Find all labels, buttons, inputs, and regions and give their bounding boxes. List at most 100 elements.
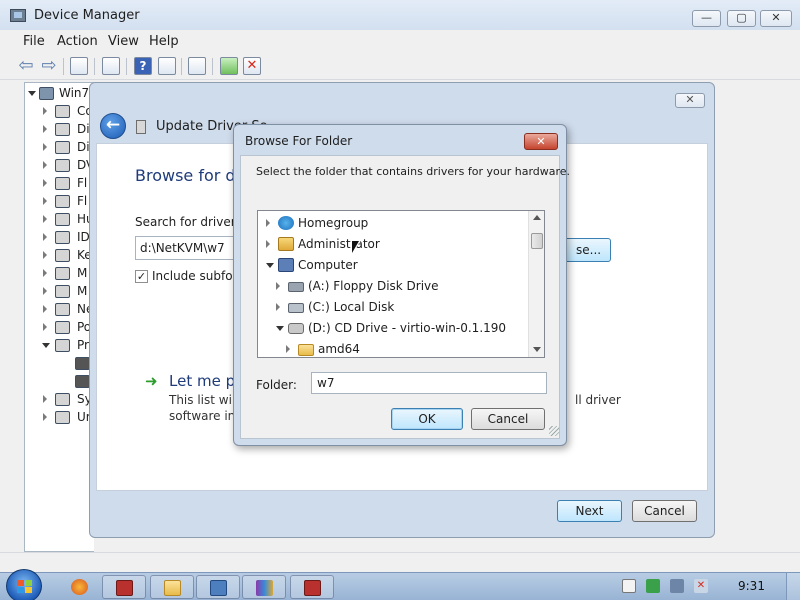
folder-tree-item[interactable]: Administrator [258,234,528,254]
tree-item[interactable]: Ke [25,247,94,265]
toolbar: ⇦ ⇨ ? ✕ [0,52,800,80]
title-bar[interactable]: Device Manager — ▢ ✕ [0,0,800,30]
device-manager-icon [304,580,321,596]
dialog-cancel-button[interactable]: Cancel [471,408,545,430]
scroll-thumb[interactable] [531,233,543,249]
clock[interactable]: 9:31 [738,579,765,593]
tree-root[interactable]: Win7- [25,85,94,103]
let-me-pick-link[interactable]: Let me pi [169,372,239,390]
expand-icon[interactable] [43,287,47,295]
expand-icon[interactable] [43,269,47,277]
wizard-cancel-button[interactable]: Cancel [632,500,697,522]
folder-tree[interactable]: Homegroup Administrator Computer (A:) Flopp… [257,210,545,358]
tree-item[interactable] [25,373,94,391]
expand-icon[interactable] [43,305,47,313]
menu-file[interactable]: File [23,34,45,49]
tree-item[interactable]: Hu [25,211,94,229]
tree-item[interactable]: Po [25,319,94,337]
collapse-icon[interactable] [28,91,36,96]
driver-path-input[interactable]: d:\NetKVM\w7 [135,236,245,260]
include-subfolders-checkbox[interactable]: ✓ [135,270,148,283]
expand-icon[interactable] [43,107,47,115]
taskbar-device-manager[interactable] [102,575,146,599]
collapse-icon[interactable] [42,343,50,348]
ok-button[interactable]: OK [391,408,463,430]
update-driver-icon[interactable] [220,57,238,75]
volume-muted-icon[interactable]: ✕ [694,579,708,593]
wizard-close-button[interactable]: ✕ [675,93,705,108]
scroll-up-icon[interactable] [533,215,541,220]
folder-tree-item[interactable]: amd64 [258,339,528,357]
collapse-icon[interactable] [266,263,274,268]
menu-help[interactable]: Help [149,34,179,49]
scroll-down-icon[interactable] [533,347,541,352]
scan-hardware-icon[interactable] [188,57,206,75]
folder-tree-item[interactable]: (A:) Floppy Disk Drive [258,276,528,296]
tree-item[interactable]: Fl [25,193,94,211]
folder-tree-item[interactable]: Computer [258,255,528,275]
close-button[interactable]: ✕ [760,10,792,27]
folder-tree-item[interactable]: Homegroup [258,213,528,233]
tree-item[interactable]: M [25,265,94,283]
taskbar-winrar[interactable] [242,575,286,599]
document-tray-icon[interactable] [622,579,636,593]
expand-icon[interactable] [43,215,47,223]
tree-item[interactable] [25,355,94,373]
expand-icon[interactable] [43,197,47,205]
tree-item[interactable]: Di [25,139,94,157]
tree-item[interactable]: DV [25,157,94,175]
tree-item[interactable]: Ne [25,301,94,319]
resize-grip[interactable] [549,426,559,436]
tree-item[interactable]: Ur [25,409,94,427]
tree-item[interactable]: Co [25,103,94,121]
expand-icon[interactable] [276,282,280,290]
expand-icon[interactable] [43,233,47,241]
tree-item[interactable]: ID [25,229,94,247]
expand-icon[interactable] [43,143,47,151]
expand-icon[interactable] [43,251,47,259]
forward-arrow-icon[interactable]: ⇨ [40,57,58,75]
taskbar-device-manager-2[interactable] [290,575,334,599]
tree-item[interactable]: Fl [25,175,94,193]
taskbar-firefox[interactable] [58,575,102,599]
tree-item[interactable]: Sy [25,391,94,409]
expand-icon[interactable] [43,125,47,133]
console-tree-icon[interactable] [70,57,88,75]
start-button[interactable] [6,569,42,600]
minimize-button[interactable]: — [692,10,721,27]
properties-icon[interactable] [102,57,120,75]
folder-tree-item[interactable]: (C:) Local Disk [258,297,528,317]
collapse-icon[interactable] [276,326,284,331]
back-arrow-icon[interactable]: ⇦ [17,57,35,75]
uninstall-icon[interactable]: ✕ [243,57,261,75]
maximize-button[interactable]: ▢ [727,10,756,27]
expand-icon[interactable] [43,179,47,187]
wizard-back-button[interactable]: ← [100,113,126,139]
expand-icon[interactable] [43,395,47,403]
folder-tree-item[interactable]: (D:) CD Drive - virtio-win-0.1.190 [258,318,528,338]
menu-action[interactable]: Action [57,34,98,49]
expand-icon[interactable] [43,323,47,331]
include-subfolders-label[interactable]: Include subfold [152,269,244,283]
folder-name-field[interactable]: w7 [311,372,547,394]
tree-item[interactable]: Pr [25,337,94,355]
folder-tree-scrollbar[interactable] [528,211,544,357]
expand-icon[interactable] [266,240,270,248]
expand-icon[interactable] [266,219,270,227]
next-button[interactable]: Next [557,500,622,522]
help-icon[interactable]: ? [134,57,152,75]
show-desktop-button[interactable] [786,573,800,600]
tree-item[interactable]: Di [25,121,94,139]
expand-icon[interactable] [286,345,290,353]
tree-item[interactable]: M [25,283,94,301]
expand-icon[interactable] [43,161,47,169]
expand-icon[interactable] [276,303,280,311]
menu-view[interactable]: View [108,34,139,49]
dialog-close-button[interactable]: ✕ [524,133,558,150]
expand-icon[interactable] [43,413,47,421]
taskbar-remote-desktop[interactable] [196,575,240,599]
network-icon[interactable] [670,579,684,593]
action-pane-icon[interactable] [158,57,176,75]
action-center-icon[interactable] [646,579,660,593]
taskbar-explorer[interactable] [150,575,194,599]
